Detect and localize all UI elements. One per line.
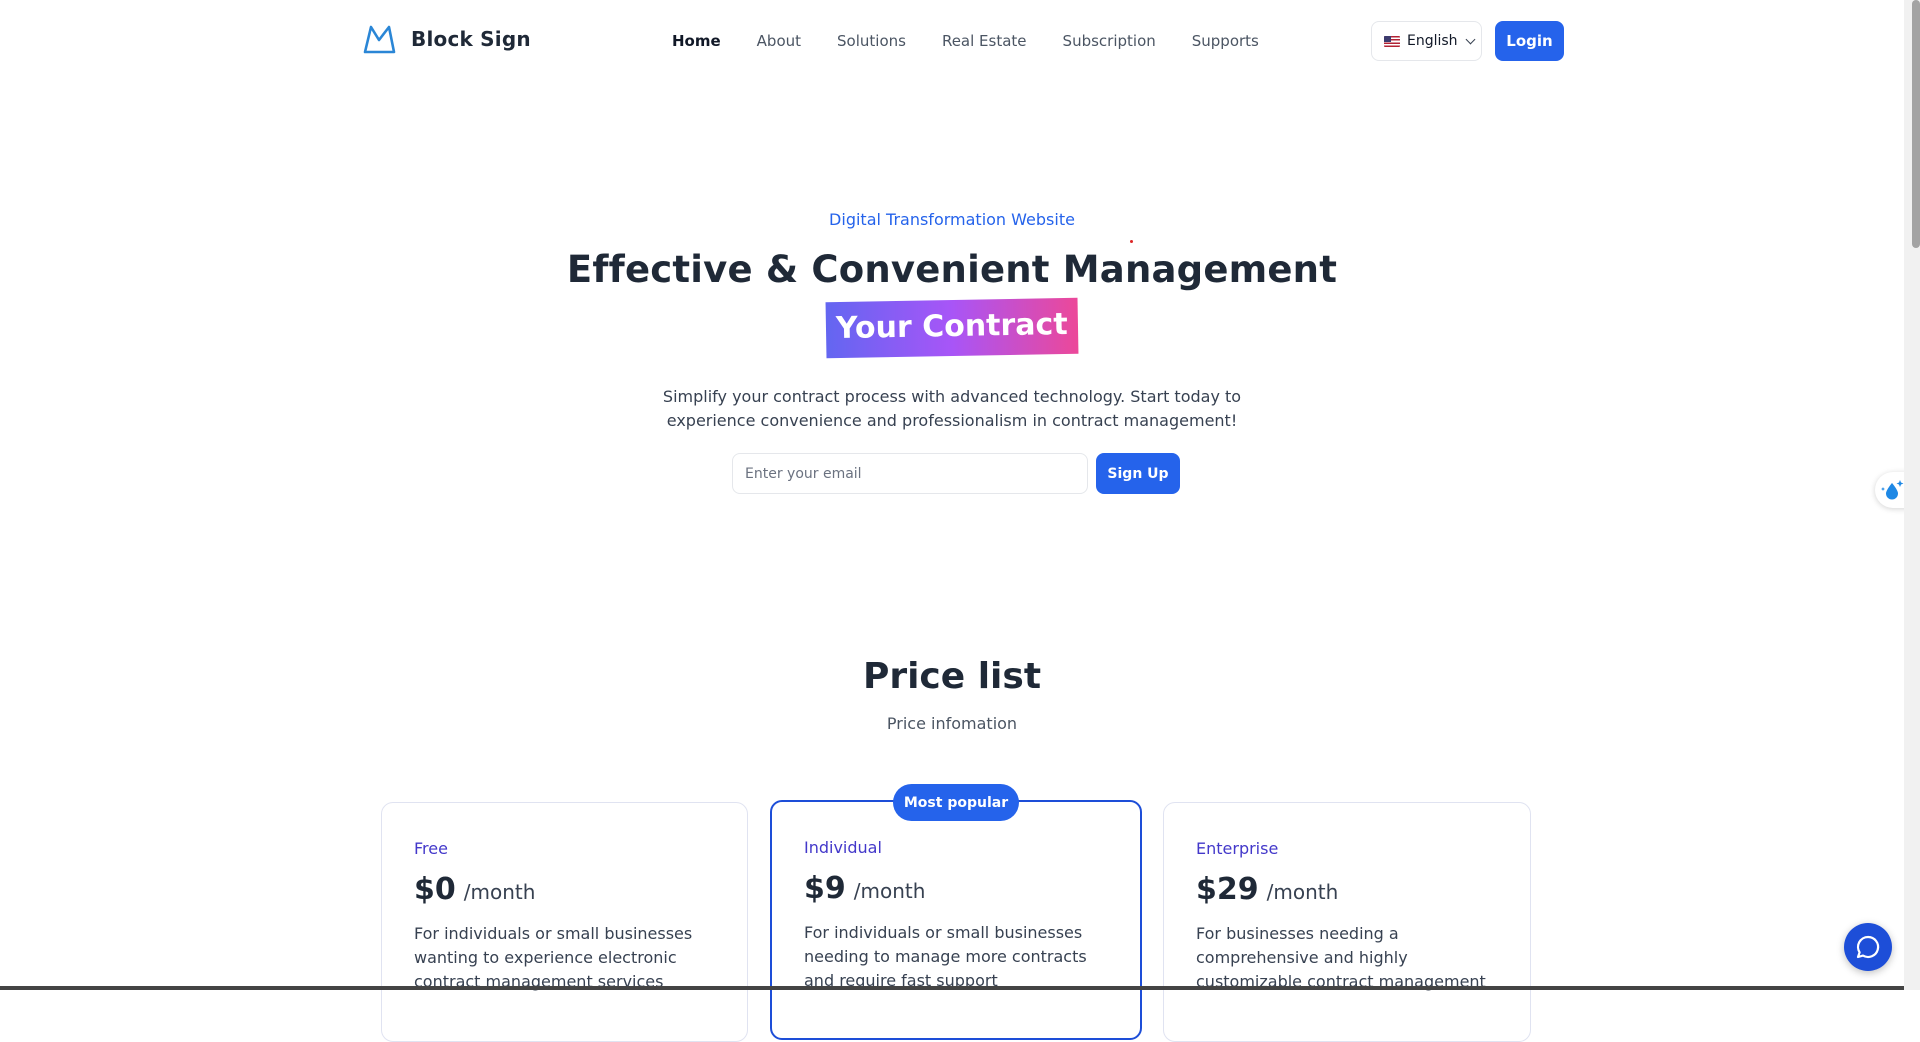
language-label: English	[1407, 33, 1458, 49]
plan-name: Enterprise	[1196, 839, 1279, 858]
login-button[interactable]: Login	[1495, 21, 1564, 61]
hero-highlight: Your Contract	[825, 297, 1079, 359]
plan-amount: $9	[804, 871, 846, 906]
chevron-down-icon	[1465, 34, 1476, 44]
plan-period: /month	[1266, 880, 1339, 904]
plan-card-individual[interactable]: Individual $9 /month For individuals or …	[770, 800, 1142, 1040]
site-header: Block Sign Home About Solutions Real Est…	[0, 0, 1904, 82]
bottom-divider	[0, 986, 1904, 990]
pricing-subtitle: Price infomation	[886, 714, 1018, 733]
hero-eyebrow: Digital Transformation Website	[829, 210, 1075, 229]
main-nav: Home About Solutions Real Estate Subscri…	[672, 30, 1259, 52]
plan-price: $29 /month	[1196, 872, 1498, 907]
plan-period: /month	[463, 880, 536, 904]
hero-highlight-wrap: Your Contract	[0, 297, 1904, 359]
plan-amount: $29	[1196, 872, 1259, 907]
us-flag-icon	[1384, 35, 1400, 47]
plan-price: $0 /month	[414, 872, 715, 907]
plan-price: $9 /month	[804, 871, 1108, 906]
plan-name: Individual	[804, 838, 882, 857]
nav-item-real-estate[interactable]: Real Estate	[942, 30, 1027, 52]
pricing-title: Price list	[862, 656, 1042, 697]
plan-description: For individuals or small businesses need…	[804, 923, 1087, 990]
language-selector[interactable]: English	[1371, 21, 1482, 61]
chat-button[interactable]	[1844, 923, 1892, 971]
plan-description: For individuals or small businesses want…	[414, 924, 693, 991]
plan-amount: $0	[414, 872, 456, 907]
brand-name: Block Sign	[411, 27, 531, 51]
brand-logo[interactable]: Block Sign	[363, 24, 531, 54]
plan-period: /month	[853, 879, 926, 903]
nav-item-home[interactable]: Home	[672, 30, 721, 52]
droplet-sparkle-icon	[1881, 480, 1904, 500]
mountain-logo-icon	[363, 25, 396, 54]
plan-card-enterprise[interactable]: Enterprise $29 /month For businesses nee…	[1163, 802, 1531, 1042]
nav-item-supports[interactable]: Supports	[1192, 30, 1259, 52]
plan-description: For businesses needing a comprehensive a…	[1196, 924, 1486, 991]
nav-item-subscription[interactable]: Subscription	[1063, 30, 1156, 52]
nav-item-solutions[interactable]: Solutions	[837, 30, 906, 52]
plan-card-free[interactable]: Free $0 /month For individuals or small …	[381, 802, 748, 1042]
email-input[interactable]	[732, 453, 1088, 494]
most-popular-badge: Most popular	[893, 784, 1019, 821]
signup-button[interactable]: Sign Up	[1096, 453, 1180, 494]
nav-item-about[interactable]: About	[757, 30, 801, 52]
chat-bubble-icon	[1856, 935, 1880, 959]
hero-description: Simplify your contract process with adva…	[662, 387, 1242, 430]
decorative-dot	[1130, 240, 1133, 243]
plan-name: Free	[414, 839, 448, 858]
hero-headline: Effective & Convenient Management	[566, 248, 1338, 291]
scrollbar-thumb[interactable]	[1912, 0, 1920, 248]
